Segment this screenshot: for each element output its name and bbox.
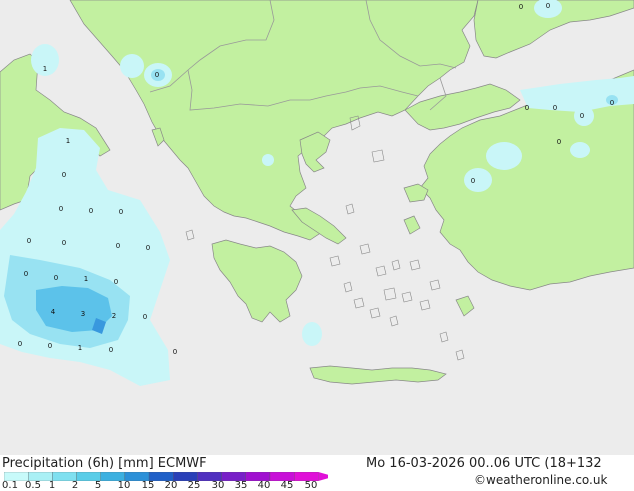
legend-label: 50 bbox=[304, 480, 318, 491]
grid-value-label: 0 bbox=[62, 239, 66, 247]
grid-value-label: 0 bbox=[89, 207, 93, 215]
precipitation-map: 0 0 1 0 0 0 0 0 1 0 0 0 0 0 0 0 0 0 0 0 0 1 0 4 3 2 0 0 0 1 0 0 bbox=[0, 0, 634, 455]
legend-labels: 0.1 0.5 1 2 5 10 15 20 25 30 35 40 45 50 bbox=[0, 480, 330, 491]
legend-label: 0.5 bbox=[25, 480, 41, 491]
grid-value-label: 0 bbox=[18, 340, 22, 348]
grid-value-label: 1 bbox=[66, 137, 70, 145]
credit-text: ©weatheronline.co.uk bbox=[474, 473, 608, 487]
grid-value-label: 0 bbox=[24, 270, 28, 278]
legend-label: 40 bbox=[257, 480, 271, 491]
legend-label: 20 bbox=[164, 480, 178, 491]
grid-value-label: 0 bbox=[119, 208, 123, 216]
grid-value-label: 0 bbox=[62, 171, 66, 179]
legend-label: 35 bbox=[234, 480, 248, 491]
grid-value-label: 0 bbox=[109, 346, 113, 354]
grid-value-label: 0 bbox=[525, 104, 529, 112]
grid-value-label: 0 bbox=[114, 278, 118, 286]
legend-label: 30 bbox=[211, 480, 225, 491]
grid-value-label: 0 bbox=[580, 112, 584, 120]
legend-label: 25 bbox=[187, 480, 201, 491]
grid-value-label: 2 bbox=[112, 312, 116, 320]
legend-label: 45 bbox=[280, 480, 294, 491]
grid-value-label: 0 bbox=[610, 99, 614, 107]
grid-value-label: 0 bbox=[48, 342, 52, 350]
grid-value-label: 0 bbox=[155, 71, 159, 79]
legend-label: 0.1 bbox=[2, 480, 18, 491]
legend-label: 10 bbox=[117, 480, 131, 491]
grid-value-label: 0 bbox=[27, 237, 31, 245]
grid-value-label: 0 bbox=[146, 244, 150, 252]
grid-value-label: 4 bbox=[51, 308, 56, 316]
grid-value-label: 0 bbox=[553, 104, 557, 112]
legend-label: 2 bbox=[71, 480, 79, 491]
grid-value-label: 0 bbox=[557, 138, 561, 146]
legend-label: 15 bbox=[141, 480, 155, 491]
grid-value-label: 3 bbox=[81, 310, 85, 318]
grid-value-label: 0 bbox=[471, 177, 475, 185]
grid-value-label: 0 bbox=[116, 242, 120, 250]
legend-label: 5 bbox=[94, 480, 102, 491]
grid-value-label: 0 bbox=[173, 348, 177, 356]
grid-value-label: 0 bbox=[143, 313, 147, 321]
grid-value-label: 1 bbox=[78, 344, 82, 352]
legend-label: 1 bbox=[48, 480, 56, 491]
grid-value-label: 0 bbox=[546, 2, 550, 10]
grid-value-label: 0 bbox=[519, 3, 523, 11]
grid-value-label: 1 bbox=[43, 65, 47, 73]
grid-value-label: 0 bbox=[54, 274, 58, 282]
valid-time: Mo 16-03-2026 00..06 UTC (18+132 bbox=[366, 456, 602, 471]
grid-value-label: 1 bbox=[84, 275, 88, 283]
map-title: Precipitation (6h) [mm] ECMWF bbox=[2, 456, 207, 471]
grid-value-label: 0 bbox=[59, 205, 63, 213]
